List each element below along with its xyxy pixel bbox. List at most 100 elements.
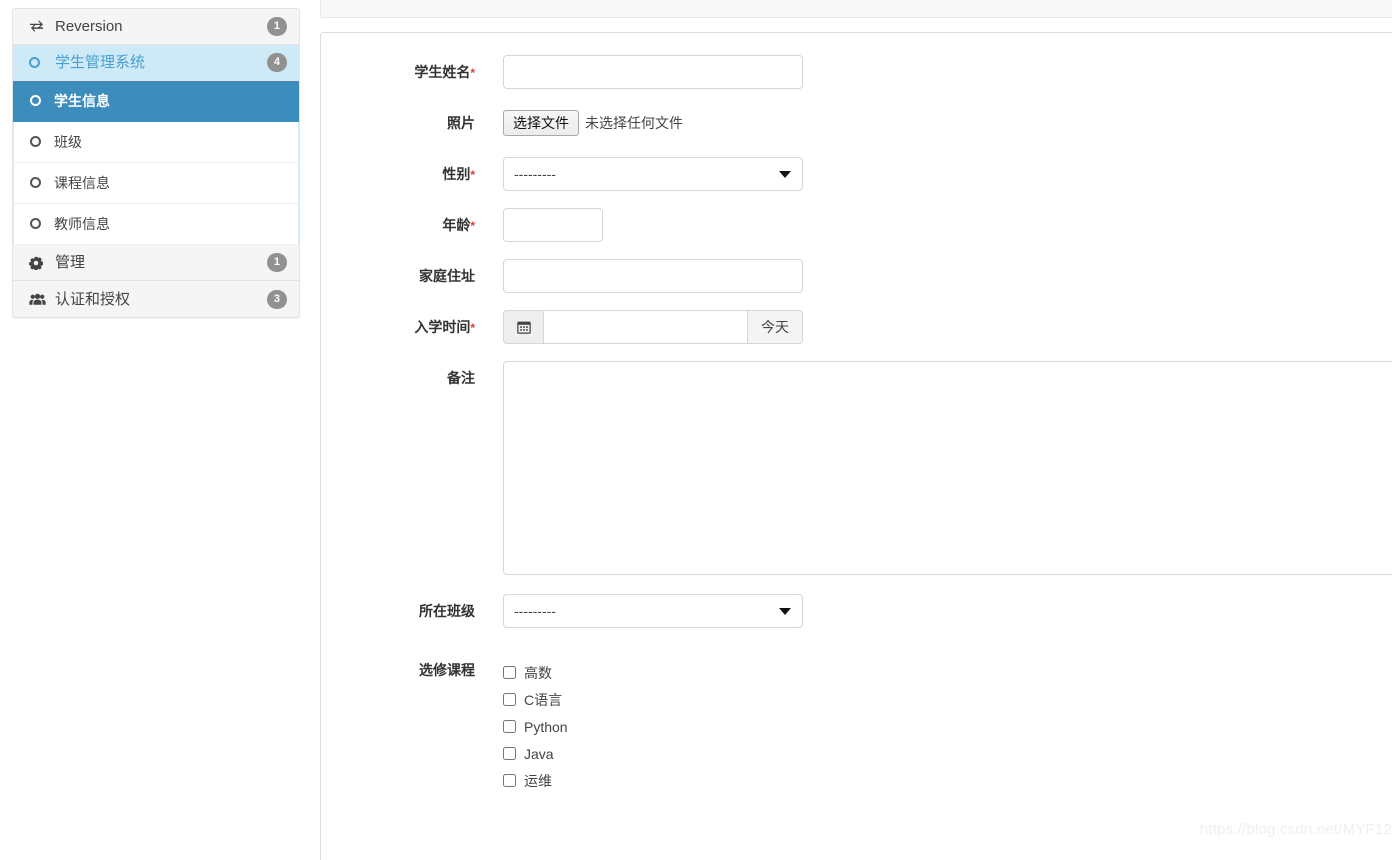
student-form-panel: 学生姓名* 照片 选择文件 未选择任何文件 性别* --------- 年龄* … (320, 32, 1392, 860)
sidebar-item-label: 班级 (54, 134, 82, 150)
course-checkbox[interactable] (503, 747, 516, 760)
calendar-icon[interactable] (503, 310, 543, 344)
gender-select[interactable]: --------- (503, 157, 803, 191)
form-row-gender: 性别* --------- (321, 157, 1392, 192)
today-button[interactable]: 今天 (747, 310, 803, 344)
course-checkbox-item[interactable]: 运维 (503, 767, 1392, 794)
sidebar-item-student-info[interactable]: 学生信息 (13, 81, 299, 122)
required-marker: * (470, 219, 475, 233)
course-checkbox-item[interactable]: Java (503, 740, 1392, 767)
student-name-input[interactable] (503, 55, 803, 89)
label-text: 照片 (447, 115, 475, 131)
sidebar-section-badge: 1 (266, 17, 287, 36)
age-input[interactable] (503, 208, 603, 242)
file-status-text: 未选择任何文件 (585, 115, 683, 131)
field-gender: --------- (483, 157, 1392, 191)
field-courses: 高数 C语言 Python Java 运维 (483, 653, 1392, 794)
course-checkbox-item[interactable]: 高数 (503, 659, 1392, 686)
enroll-date-input[interactable] (543, 310, 747, 344)
label-text: 学生姓名 (414, 64, 471, 80)
field-remark (483, 361, 1392, 578)
label-classroom: 所在班级 (321, 594, 483, 629)
sidebar-section-auth[interactable]: 认证和授权 3 (13, 281, 299, 317)
classroom-select-wrap: --------- (503, 594, 803, 628)
label-photo: 照片 (321, 106, 483, 141)
sidebar-item-teacher-info[interactable]: 教师信息 (13, 204, 299, 245)
form-row-remark: 备注 (321, 361, 1392, 578)
sidebar: Reversion 1 学生管理系统 4 学生信息 班级 课程信息 教师信息 管… (12, 8, 300, 318)
form-row-courses: 选修课程 高数 C语言 Python Java 运维 (321, 653, 1392, 794)
course-label: 运维 (524, 772, 552, 789)
sidebar-item-course-info[interactable]: 课程信息 (13, 163, 299, 204)
course-checkbox-list: 高数 C语言 Python Java 运维 (503, 653, 1392, 794)
circle-ring-icon (30, 94, 52, 108)
sidebar-section-badge: 3 (266, 289, 287, 309)
circle-ring-icon (30, 135, 52, 149)
course-label: 高数 (524, 664, 552, 681)
label-enroll-date: 入学时间* (321, 310, 483, 345)
sidebar-section-student-system[interactable]: 学生管理系统 4 (13, 45, 299, 81)
sidebar-section-label: Reversion (55, 18, 123, 35)
date-input-group: 今天 (503, 310, 803, 344)
label-text: 入学时间 (414, 319, 471, 335)
form-row-enroll-date: 入学时间* 今天 (321, 310, 1392, 345)
users-icon (29, 293, 51, 306)
course-checkbox[interactable] (503, 720, 516, 733)
course-checkbox[interactable] (503, 774, 516, 787)
sidebar-section-label: 认证和授权 (55, 290, 131, 308)
gender-select-wrap: --------- (503, 157, 803, 191)
label-text: 选修课程 (419, 662, 475, 678)
label-text: 性别 (442, 166, 471, 182)
form-row-address: 家庭住址 (321, 259, 1392, 294)
course-label: C语言 (524, 691, 563, 708)
label-remark: 备注 (321, 361, 483, 396)
content-area: 学生姓名* 照片 选择文件 未选择任何文件 性别* --------- 年龄* … (320, 0, 1392, 860)
label-text: 年龄 (442, 217, 471, 233)
file-input-group: 选择文件 未选择任何文件 (503, 106, 1392, 140)
form-row-classroom: 所在班级 --------- (321, 594, 1392, 629)
sidebar-section-badge: 1 (266, 253, 287, 272)
circle-ring-icon (30, 176, 52, 190)
gear-icon (29, 256, 51, 270)
exchange-icon (29, 20, 51, 33)
choose-file-button[interactable]: 选择文件 (503, 109, 579, 137)
required-marker: * (470, 66, 475, 80)
field-age (483, 208, 1392, 242)
course-checkbox[interactable] (503, 666, 516, 679)
label-text: 家庭住址 (419, 268, 475, 284)
sidebar-section-label: 学生管理系统 (55, 54, 146, 71)
watermark: https://blog.csdn.net/MYF12 (1199, 821, 1392, 838)
field-enroll-date: 今天 (483, 310, 1392, 344)
course-checkbox[interactable] (503, 693, 516, 706)
form-row-age: 年龄* (321, 208, 1392, 243)
circle-ring-icon (30, 217, 52, 231)
circle-ring-icon (29, 57, 51, 68)
required-marker: * (470, 168, 475, 182)
label-text: 所在班级 (419, 603, 475, 619)
course-checkbox-item[interactable]: C语言 (503, 686, 1392, 713)
sidebar-section-admin[interactable]: 管理 1 (13, 245, 299, 281)
course-checkbox-item[interactable]: Python (503, 713, 1392, 740)
field-photo: 选择文件 未选择任何文件 (483, 106, 1392, 140)
label-age: 年龄* (321, 208, 483, 243)
page-root: Reversion 1 学生管理系统 4 学生信息 班级 课程信息 教师信息 管… (0, 0, 1392, 860)
label-text: 备注 (447, 370, 475, 386)
breadcrumb (320, 0, 1392, 18)
sidebar-item-label: 课程信息 (54, 175, 110, 191)
sidebar-section-reversion[interactable]: Reversion 1 (13, 9, 299, 45)
label-gender: 性别* (321, 157, 483, 192)
remark-textarea[interactable] (503, 361, 1392, 575)
label-address: 家庭住址 (321, 259, 483, 294)
field-student-name (483, 55, 1392, 89)
field-address (483, 259, 1392, 293)
field-classroom: --------- (483, 594, 1392, 628)
sidebar-section-badge: 4 (266, 53, 287, 72)
sidebar-item-label: 学生信息 (54, 93, 110, 109)
sidebar-section-label: 管理 (55, 254, 86, 271)
sidebar-item-class[interactable]: 班级 (13, 122, 299, 163)
course-label: Java (524, 745, 554, 762)
address-input[interactable] (503, 259, 803, 293)
label-courses: 选修课程 (321, 653, 483, 688)
sidebar-item-label: 教师信息 (54, 216, 110, 232)
classroom-select[interactable]: --------- (503, 594, 803, 628)
